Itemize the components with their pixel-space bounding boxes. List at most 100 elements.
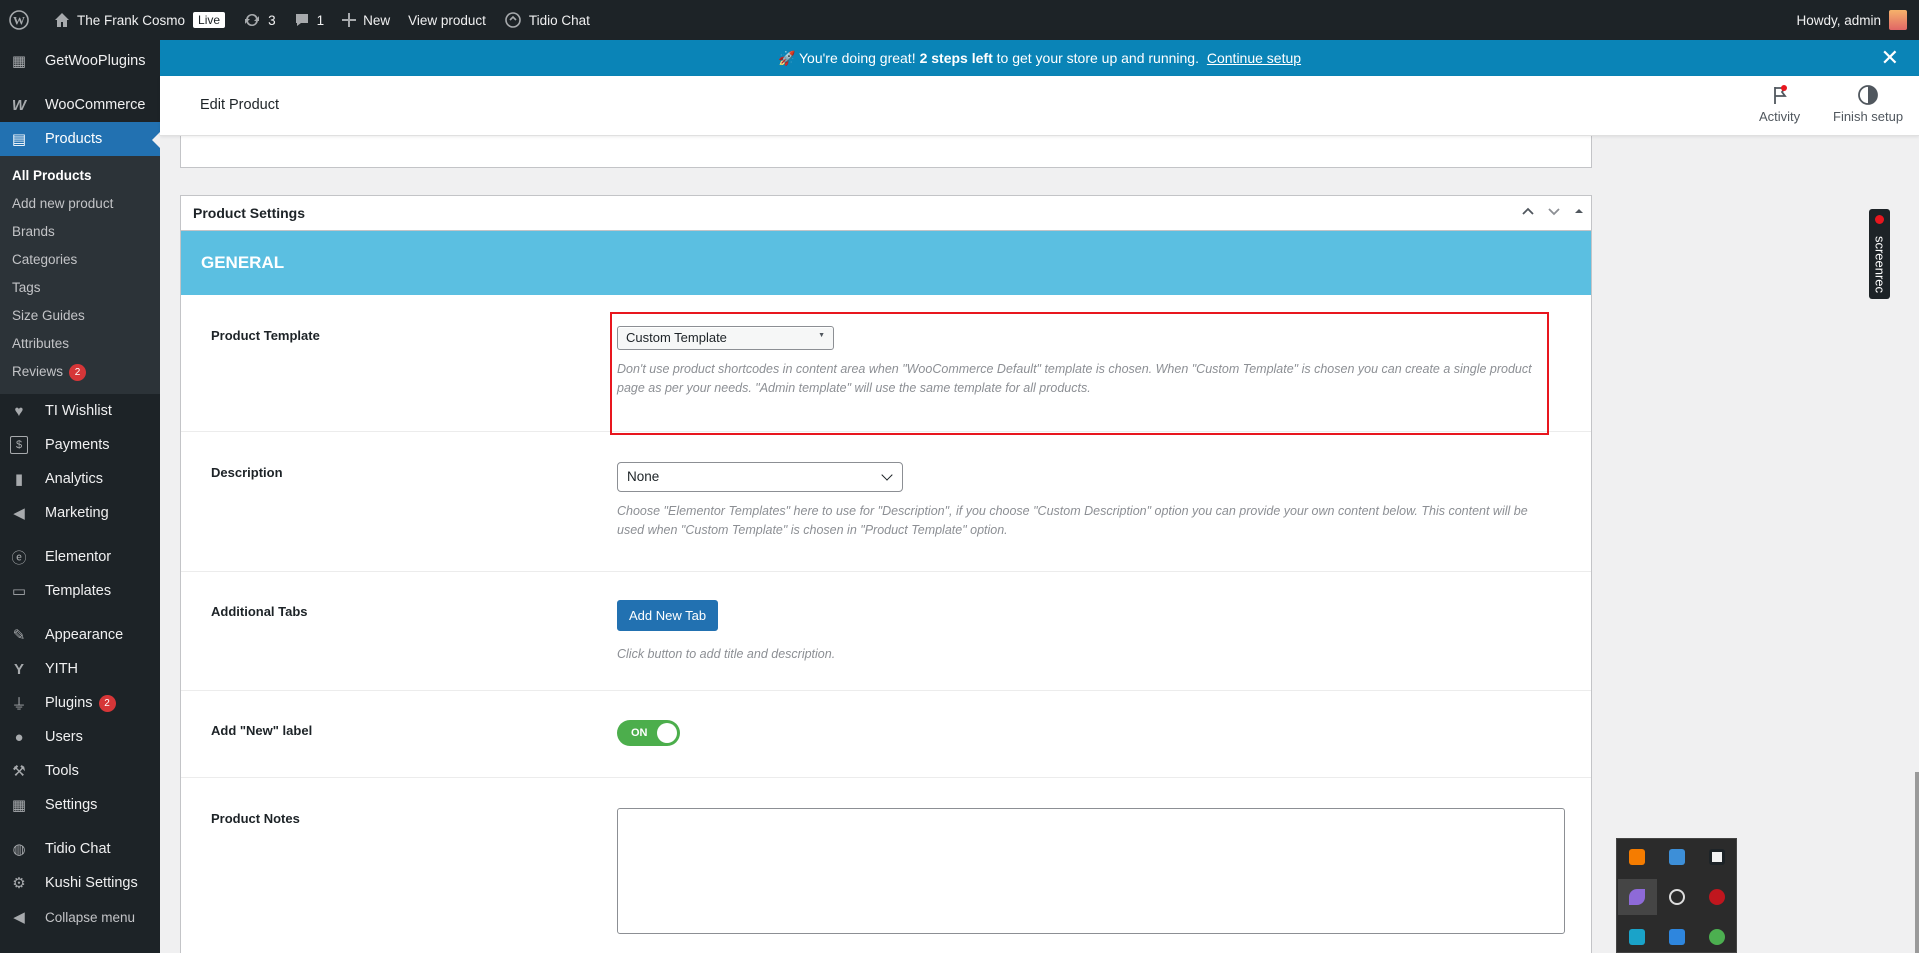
howdy-text[interactable]: Howdy, admin [1796,13,1881,28]
submenu-all-products[interactable]: All Products [0,162,160,190]
menu-label: Analytics [45,471,104,487]
notice-bold: 2 steps left [919,50,993,66]
scrollbar[interactable] [1915,772,1919,953]
half-circle-icon [1858,85,1878,105]
submenu-attributes[interactable]: Attributes [0,330,160,358]
activity-button[interactable]: Activity [1759,84,1800,124]
collapse-menu-button[interactable]: ◀ Collapse menu [0,900,160,934]
menu-item-kushi-settings[interactable]: ⚙ Kushi Settings [0,866,160,900]
heart-icon: ♥ [14,402,24,420]
toggle-state: ON [631,727,648,739]
menu-item-templates[interactable]: ▭ Templates [0,574,160,608]
security-shield-icon[interactable] [1709,849,1725,865]
feather-icon[interactable] [1629,889,1645,905]
menu-item-tidio-chat[interactable]: ◍ Tidio Chat [0,832,160,866]
archive-icon: ▤ [11,131,27,148]
continue-setup-link[interactable]: Continue setup [1207,50,1301,66]
plus-icon [342,13,357,27]
new-content-link[interactable]: New [333,0,399,40]
new-label: New [363,12,391,28]
system-tray-popup [1616,838,1737,953]
products-submenu: All Products Add new product Brands Cate… [0,156,160,394]
submenu-tags[interactable]: Tags [0,274,160,302]
tidio-chat-link[interactable]: Tidio Chat [495,0,599,40]
menu-label: Kushi Settings [45,875,138,891]
submenu-brands[interactable]: Brands [0,218,160,246]
additional-tabs-label: Additional Tabs [211,604,308,619]
menu-label: GetWooPlugins [45,53,146,69]
menu-item-analytics[interactable]: ▮ Analytics [0,462,160,496]
menu-label: Tidio Chat [45,841,111,857]
plug-icon: ⏚ [11,695,27,713]
settings-icon: ▦ [11,797,27,814]
menu-label: Products [45,131,103,147]
description-select[interactable]: None [617,462,903,492]
submenu-add-new-product[interactable]: Add new product [0,190,160,218]
comments-count: 1 [316,12,325,28]
site-name: The Frank Cosmo [77,12,186,28]
submenu-reviews[interactable]: Reviews 2 [0,358,160,386]
link-icon[interactable] [1669,889,1685,905]
chevron-up-icon[interactable] [1521,204,1535,218]
collapse-icon: ◀ [13,909,25,926]
submenu-label: Reviews [12,364,64,379]
admin-sidebar: ▦ GetWooPlugins W WooCommerce ▤ Products… [0,40,160,953]
xampp-icon[interactable] [1629,849,1645,865]
menu-item-getwooplugins[interactable]: ▦ GetWooPlugins [0,44,160,78]
updates-link[interactable]: 3 [234,0,285,40]
product-settings-title: Product Settings [193,205,306,221]
app-tray-icon[interactable] [1629,929,1645,945]
menu-item-yith[interactable]: Y YITH [0,652,160,686]
menu-item-woocommerce[interactable]: W WooCommerce [0,88,160,122]
menu-item-appearance[interactable]: ✎ Appearance [0,618,160,652]
product-settings-header: Product Settings [181,196,1591,231]
tidio-icon [505,12,521,28]
activity-label: Activity [1759,109,1801,124]
page-header: Edit Product Activity Finish setup [160,76,1919,136]
menu-label: Payments [45,437,110,453]
avatar[interactable] [1889,10,1907,30]
menu-label: WooCommerce [45,97,146,113]
additional-tabs-help: Click button to add title and descriptio… [617,647,836,661]
submenu-categories[interactable]: Categories [0,246,160,274]
menu-item-ti-wishlist[interactable]: ♥ TI Wishlist [0,394,160,428]
menu-item-settings[interactable]: ▦ Settings [0,788,160,822]
description-row: Description None Choose "Elementor Templ… [181,432,1591,572]
description-help: Choose "Elementor Templates" here to use… [617,504,1528,537]
cloud-sync-icon[interactable] [1669,929,1685,945]
submenu-size-guides[interactable]: Size Guides [0,302,160,330]
general-section-header: GENERAL [181,231,1591,295]
brush-icon: ✎ [12,627,26,644]
menu-item-tools[interactable]: ⚒ Tools [0,754,160,788]
menu-item-products[interactable]: ▤ Products [0,122,160,156]
flag-icon [1773,85,1787,104]
menu-label: Users [45,729,83,745]
menu-item-marketing[interactable]: ◀ Marketing [0,496,160,530]
network-icon[interactable] [1669,849,1685,865]
record-tray-icon[interactable] [1709,889,1725,905]
menu-item-payments[interactable]: $ Payments [0,428,160,462]
product-template-select[interactable]: Custom Template [617,326,834,350]
product-notes-textarea[interactable] [617,808,1565,934]
screenrec-tab[interactable]: screenrec [1869,209,1890,299]
close-icon[interactable]: ✕ [1881,47,1899,69]
finish-setup-button[interactable]: Finish setup [1833,84,1903,124]
main-content: Product Settings GENERAL Product Templat… [160,136,1919,953]
gear-icon: ⚙ [12,875,26,892]
site-name-link[interactable]: The Frank Cosmo Live [45,0,234,40]
menu-item-plugins[interactable]: ⏚ Plugins 2 [0,686,160,720]
menu-item-elementor[interactable]: ⓔ Elementor [0,540,160,574]
product-template-description: Don't use product shortcodes in content … [617,362,1532,395]
chevron-down-icon[interactable] [1547,204,1561,218]
woocommerce-icon: W [11,96,27,114]
folder-icon: ▭ [11,583,27,600]
view-product-link[interactable]: View product [399,0,495,40]
add-new-tab-button[interactable]: Add New Tab [617,600,719,631]
check-icon[interactable] [1709,929,1725,945]
updates-count: 3 [268,12,276,28]
toggle-panel-icon[interactable] [1573,204,1585,218]
wordpress-logo-icon[interactable]: W [0,0,45,40]
new-label-toggle[interactable]: ON [617,720,680,746]
menu-item-users[interactable]: ● Users [0,720,160,754]
comments-link[interactable]: 1 [285,0,334,40]
